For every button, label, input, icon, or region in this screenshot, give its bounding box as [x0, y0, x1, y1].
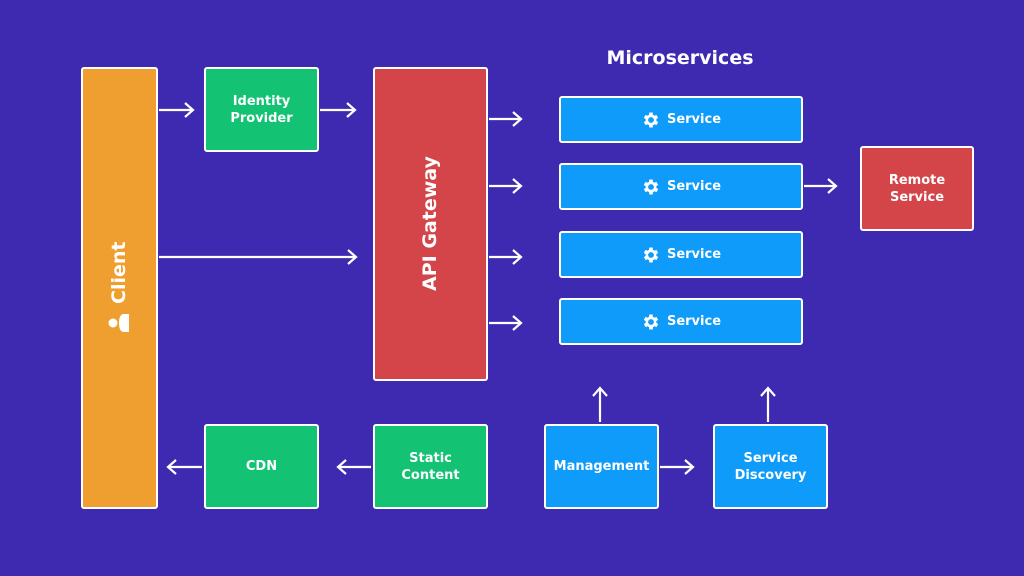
client-node: Client	[81, 67, 158, 509]
api-gateway-label: API Gateway	[419, 156, 441, 292]
identity-provider-node: Identity Provider	[204, 67, 319, 152]
service-label: Service	[666, 179, 722, 194]
remote-service-node: Remote Service	[860, 146, 974, 231]
service-discovery-line2: Discovery	[734, 467, 807, 483]
identity-provider-line2: Provider	[230, 110, 293, 126]
identity-provider-line1: Identity	[232, 93, 291, 109]
gear-icon	[643, 179, 659, 194]
service-label: Service	[666, 247, 722, 262]
api-gateway-node: API Gateway	[373, 67, 488, 381]
service-node: Service	[559, 96, 803, 143]
gear-icon	[643, 314, 659, 329]
static-content-node: Static Content	[373, 424, 488, 509]
client-label: Client	[108, 241, 130, 305]
static-content-line2: Content	[401, 467, 460, 483]
service-discovery-node: Service Discovery	[713, 424, 828, 509]
cdn-node: CDN	[204, 424, 319, 509]
gear-icon	[643, 112, 659, 127]
service-node: Service	[559, 298, 803, 345]
gear-icon	[643, 247, 659, 262]
remote-service-line2: Service	[889, 189, 945, 205]
service-label: Service	[666, 112, 722, 127]
management-node: Management	[544, 424, 659, 509]
management-label: Management	[553, 459, 650, 474]
cdn-label: CDN	[245, 459, 278, 474]
static-content-line1: Static	[409, 450, 452, 466]
service-node: Service	[559, 231, 803, 278]
microservices-title: Microservices	[606, 47, 754, 69]
remote-service-line1: Remote	[888, 172, 946, 188]
service-node: Service	[559, 163, 803, 210]
service-discovery-line1: Service	[743, 450, 798, 466]
user-icon	[109, 314, 130, 333]
service-label: Service	[666, 314, 722, 329]
